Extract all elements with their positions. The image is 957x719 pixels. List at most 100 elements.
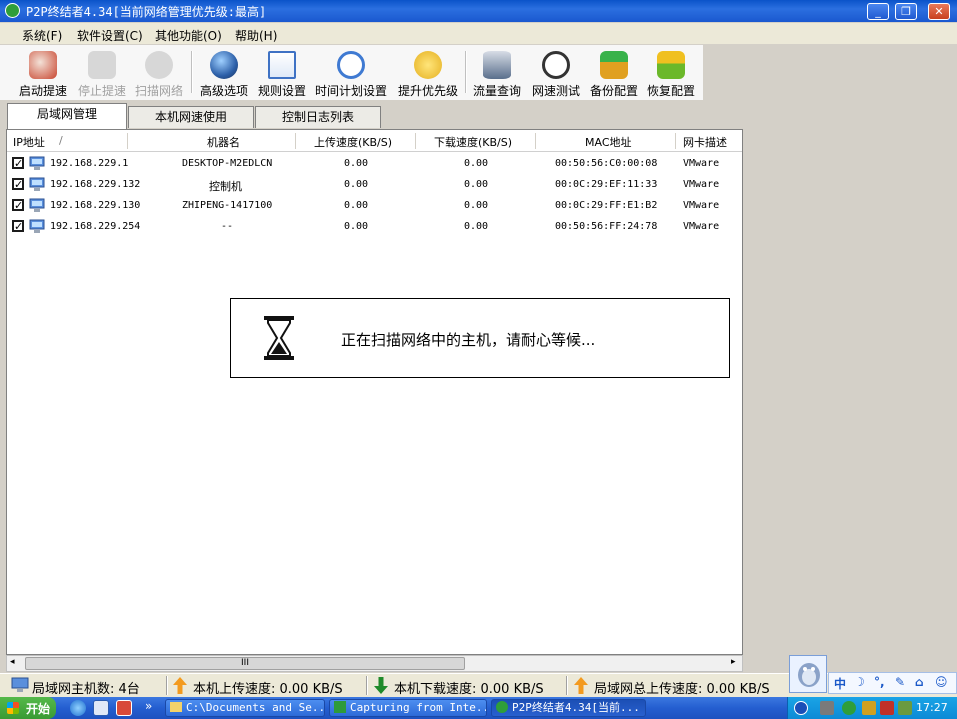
column-download[interactable]: 下载速度(KB/S) [434, 134, 512, 150]
menu-software-settings[interactable]: 软件设置(C) [77, 27, 143, 44]
row-checkbox[interactable]: ✓ [12, 178, 24, 190]
tray-app-icon[interactable] [862, 701, 876, 715]
computer-icon [29, 177, 45, 191]
name-cell: -- [221, 221, 234, 232]
row-checkbox[interactable]: ✓ [12, 199, 24, 211]
volume-icon[interactable] [898, 701, 912, 715]
rule-settings-button[interactable]: 规则设置 [255, 45, 309, 100]
mac-cell: 00:50:56:FF:24:78 [555, 221, 658, 232]
row-checkbox[interactable]: ✓ [12, 220, 24, 232]
tab-lan-management[interactable]: 局域网管理 [7, 103, 127, 129]
ime-skin-icon[interactable]: ⌂ [915, 675, 924, 689]
start-label: 开始 [26, 702, 51, 716]
traffic-query-button[interactable]: 流量查询 [470, 45, 524, 100]
backup-config-button[interactable]: 备份配置 [587, 45, 641, 100]
scroll-right-arrow-icon[interactable]: ▸ [731, 657, 736, 667]
raise-priority-button[interactable]: 提升优先级 [395, 45, 461, 100]
ip-cell: 192.168.229.254 [50, 221, 141, 232]
table-row[interactable]: ✓ 192.168.229.254 -- 0.00 0.00 00:50:56:… [7, 217, 742, 238]
column-mac[interactable]: MAC地址 [585, 134, 632, 150]
quick-launch-overflow[interactable]: » [145, 699, 152, 713]
tab-local-speed[interactable]: 本机网速使用 [128, 106, 254, 128]
horizontal-scrollbar[interactable]: ◂ III ▸ [6, 655, 743, 672]
nic-cell: VMware [683, 179, 720, 190]
row-checkbox[interactable]: ✓ [12, 157, 24, 169]
mac-cell: 00:0C:29:EF:11:33 [555, 179, 658, 190]
ie-icon[interactable] [70, 700, 86, 716]
table-row[interactable]: ✓ 192.168.229.130 ZHIPENG-1417100 0.00 0… [7, 196, 742, 217]
table-row[interactable]: ✓ 192.168.229.132 控制机 0.00 0.00 00:0C:29… [7, 175, 742, 196]
name-cell: ZHIPENG-1417100 [182, 200, 273, 211]
rules-icon [268, 51, 296, 79]
name-cell: DESKTOP-M2EDLCN [182, 158, 273, 169]
system-tray: 17:27 [787, 697, 957, 719]
download-cell: 0.00 [464, 221, 489, 232]
ime-tools-icon[interactable]: ✎ [895, 675, 905, 689]
column-divider[interactable] [127, 133, 128, 149]
column-divider[interactable] [415, 133, 416, 149]
nic-cell: VMware [683, 221, 720, 232]
column-divider[interactable] [295, 133, 296, 149]
scan-network-button[interactable]: 扫描网络 [131, 45, 187, 100]
windows-logo-icon [7, 702, 19, 714]
column-divider[interactable] [535, 133, 536, 149]
tab-control-log[interactable]: 控制日志列表 [255, 106, 381, 128]
advanced-options-button[interactable]: 高级选项 [196, 45, 252, 100]
column-divider[interactable] [675, 133, 676, 149]
upload-cell: 0.00 [344, 221, 369, 232]
scroll-left-arrow-icon[interactable]: ◂ [10, 657, 15, 667]
nic-cell: VMware [683, 158, 720, 169]
ime-halfwidth-toggle[interactable]: ☽ [854, 675, 865, 689]
schedule-settings-button[interactable]: 时间计划设置 [312, 45, 390, 100]
download-cell: 0.00 [464, 200, 489, 211]
close-button[interactable]: ✕ [928, 3, 950, 20]
medal-icon [414, 51, 442, 79]
start-speedup-button[interactable]: 启动提速 [16, 45, 70, 100]
network-icon[interactable] [820, 701, 834, 715]
sort-indicator: / [59, 134, 63, 147]
backup-icon [600, 51, 628, 79]
speed-test-button[interactable]: 网速测试 [529, 45, 583, 100]
media-icon[interactable] [116, 700, 132, 716]
ime-punctuation-toggle[interactable]: °, [874, 675, 885, 689]
restore-config-button[interactable]: 恢复配置 [644, 45, 698, 100]
menu-system[interactable]: 系统(F) [22, 27, 62, 44]
upload-cell: 0.00 [344, 158, 369, 169]
ime-emoji-icon[interactable]: ☺ [935, 675, 948, 689]
ime-chinese-mode[interactable]: 中 [834, 675, 846, 692]
browser-icon[interactable] [93, 700, 109, 716]
taskbar-item-explorer[interactable]: C:\Documents and Se... [165, 699, 325, 717]
speedometer-icon [542, 51, 570, 79]
globe-icon [210, 51, 238, 79]
menu-other-functions[interactable]: 其他功能(O) [155, 27, 222, 44]
scrollbar-thumb[interactable]: III [25, 657, 465, 670]
taskbar-item-label: Capturing from Inte... [350, 701, 487, 714]
qq-avatar[interactable] [789, 655, 827, 693]
help-icon[interactable] [794, 701, 808, 715]
taskbar: 开始 » C:\Documents and Se... Capturing fr… [0, 697, 957, 719]
taskbar-item-p2p[interactable]: P2P终结者4.34[当前... [491, 699, 646, 717]
menu-help[interactable]: 帮助(H) [235, 27, 277, 44]
computer-icon [29, 219, 45, 233]
clock: 17:27 [916, 701, 948, 714]
penguin-icon [798, 663, 820, 687]
column-nic-desc[interactable]: 网卡描述 [683, 134, 727, 150]
column-machine-name[interactable]: 机器名 [207, 134, 240, 150]
taskbar-item-capture[interactable]: Capturing from Inte... [329, 699, 487, 717]
stop-speedup-button[interactable]: 停止提速 [75, 45, 129, 100]
upload-cell: 0.00 [344, 200, 369, 211]
security-icon[interactable] [880, 701, 894, 715]
maximize-button[interactable]: ❐ [895, 3, 917, 20]
p2p-tray-icon[interactable] [842, 701, 856, 715]
start-button[interactable]: 开始 [0, 697, 56, 719]
status-separator [566, 676, 568, 695]
scanning-dialog: 正在扫描网络中的主机，请耐心等候... [230, 298, 730, 378]
column-upload[interactable]: 上传速度(KB/S) [314, 134, 392, 150]
table-row[interactable]: ✓ 192.168.229.1 DESKTOP-M2EDLCN 0.00 0.0… [7, 154, 742, 175]
minimize-button[interactable]: _ [867, 3, 889, 20]
column-ip[interactable]: IP地址 [13, 134, 45, 150]
database-icon [483, 51, 511, 79]
hourglass-icon [264, 316, 294, 360]
mac-cell: 00:0C:29:FF:E1:B2 [555, 200, 658, 211]
clock-icon [337, 51, 365, 79]
